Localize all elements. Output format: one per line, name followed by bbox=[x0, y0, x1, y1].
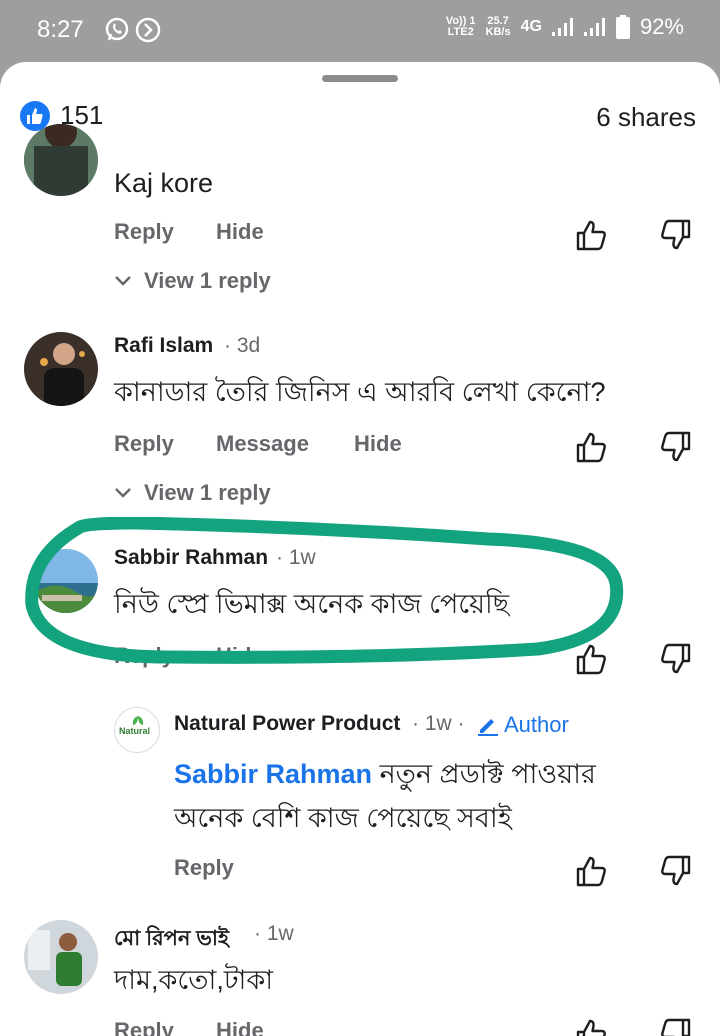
like-icon[interactable] bbox=[575, 854, 609, 888]
signal-2-icon bbox=[583, 18, 605, 36]
chevron-down-icon bbox=[115, 276, 131, 286]
view-replies-button[interactable]: View 1 reply bbox=[114, 268, 271, 294]
dislike-icon[interactable] bbox=[658, 430, 692, 464]
comment-time: · 1w · bbox=[412, 712, 465, 735]
avatar-logo-text: Natural bbox=[119, 726, 151, 736]
drag-handle[interactable] bbox=[322, 75, 398, 82]
dislike-icon[interactable] bbox=[658, 218, 692, 252]
like-icon[interactable] bbox=[575, 218, 609, 252]
battery-icon bbox=[615, 15, 630, 39]
comment-text: কানাডার তৈরি জিনিস এ আরবি লেখা কেনো? bbox=[114, 377, 606, 407]
avatar[interactable] bbox=[24, 920, 98, 994]
highlight-circle-annotation bbox=[25, 517, 624, 664]
hide-button[interactable]: Hide bbox=[354, 431, 402, 457]
dislike-icon[interactable] bbox=[658, 642, 692, 676]
dislike-icon[interactable] bbox=[658, 1017, 692, 1036]
author-badge: Author bbox=[476, 712, 569, 738]
pencil-icon bbox=[478, 719, 498, 736]
hide-button[interactable]: Hide bbox=[216, 219, 264, 245]
comment-time: · 1w bbox=[254, 922, 294, 945]
signal-1-icon bbox=[551, 18, 573, 36]
like-icon[interactable] bbox=[575, 430, 609, 464]
message-button[interactable]: Message bbox=[216, 431, 309, 457]
mention-link[interactable]: Sabbir Rahman bbox=[174, 759, 372, 789]
dislike-icon[interactable] bbox=[658, 854, 692, 888]
volte-indicator: Vo)) 1 LTE2 bbox=[445, 15, 476, 38]
comment-text-line2: অনেক বেশি কাজ পেয়েছে সবাই bbox=[174, 803, 512, 833]
comment-text: Kaj kore bbox=[114, 168, 214, 198]
reply-button[interactable]: Reply bbox=[114, 1018, 174, 1036]
reply-button[interactable]: Reply bbox=[174, 855, 234, 881]
avatar[interactable] bbox=[24, 332, 98, 406]
reply-button[interactable]: Reply bbox=[114, 219, 174, 245]
comment-text: দাম,কতো,টাকা bbox=[114, 965, 274, 995]
comment-time: · 3d bbox=[224, 334, 261, 357]
navigation-icon bbox=[135, 17, 161, 43]
avatar[interactable]: Natural bbox=[114, 707, 160, 753]
view-replies-button[interactable]: View 1 reply bbox=[114, 480, 271, 506]
network-type: 4G bbox=[520, 18, 542, 35]
status-time: 8:27 bbox=[37, 16, 84, 43]
battery-percent: 92% bbox=[639, 14, 684, 39]
whatsapp-icon bbox=[105, 17, 129, 41]
reply-button[interactable]: Reply bbox=[114, 431, 174, 457]
shares-count[interactable]: 6 shares bbox=[596, 102, 696, 133]
like-icon[interactable] bbox=[575, 1017, 609, 1036]
commenter-name[interactable]: Rafi Islam bbox=[114, 334, 213, 358]
chevron-down-icon bbox=[115, 488, 131, 498]
commenter-name[interactable]: মো রিপন ভাই bbox=[114, 922, 229, 957]
commenter-name[interactable]: Natural Power Product bbox=[174, 712, 400, 736]
network-speed: 25.7 KB/s bbox=[485, 15, 511, 38]
avatar[interactable] bbox=[24, 124, 98, 196]
comment-text: Sabbir Rahman নতুন প্রডাক্ট পাওয়ার bbox=[174, 759, 596, 789]
comments-sheet: 151 6 shares Kaj kore Reply Hide View 1 … bbox=[0, 62, 720, 1036]
status-bar: 8:27 Vo)) 1 LTE2 25.7 KB/s 4G 92% bbox=[0, 0, 720, 62]
status-indicators: Vo)) 1 LTE2 25.7 KB/s 4G 92% bbox=[446, 14, 684, 40]
hide-button[interactable]: Hide bbox=[216, 1018, 264, 1036]
